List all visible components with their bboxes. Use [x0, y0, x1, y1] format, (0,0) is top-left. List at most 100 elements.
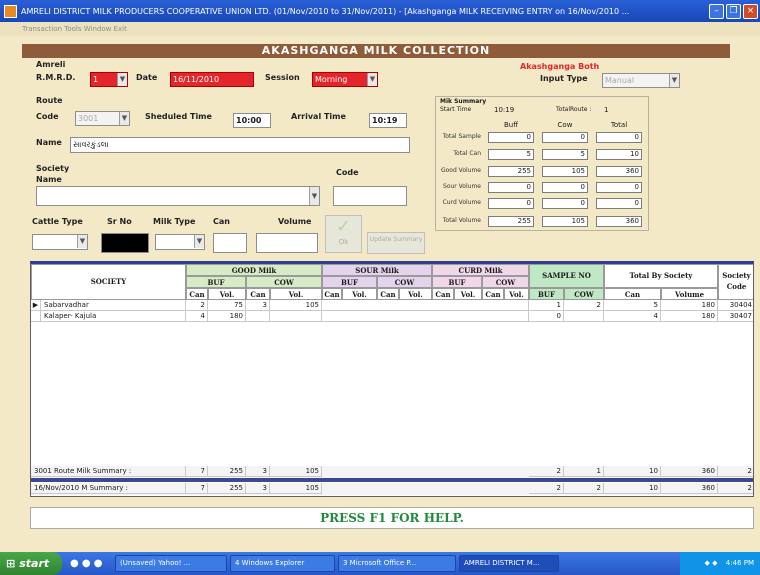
cell-sample-buf[interactable]: 1: [529, 300, 564, 311]
sheduled-time-label: Sheduled Time: [145, 112, 212, 121]
row-total-volume: Total Volume: [442, 217, 481, 224]
row-selector-icon[interactable]: ▶: [31, 300, 41, 311]
cell-good-cow-vol[interactable]: [270, 311, 322, 322]
curd-cow-can: Can: [482, 288, 504, 300]
date-field[interactable]: 16/11/2010: [170, 72, 254, 87]
summary-cell: 255: [208, 466, 246, 477]
start-button[interactable]: ⊞ start: [0, 552, 62, 575]
can-field[interactable]: [213, 233, 247, 253]
group-curd-milk: CURD Milk: [432, 264, 529, 276]
arrival-time-field[interactable]: 10:19: [369, 113, 407, 128]
can-label: Can: [213, 217, 230, 226]
menu-bar[interactable]: Transaction Tools Window Exit: [0, 22, 760, 36]
update-summary-button[interactable]: Update Summary: [367, 232, 425, 254]
cell-sample-cow[interactable]: 2: [564, 300, 604, 311]
summary-cell: 0: [488, 182, 534, 193]
chevron-down-icon[interactable]: ▼: [669, 74, 679, 87]
chevron-down-icon[interactable]: ▼: [309, 187, 319, 205]
summary-cell: 7: [186, 483, 208, 494]
cell-good-buf-vol[interactable]: 180: [208, 311, 246, 322]
volume-field[interactable]: [256, 233, 318, 253]
cell-sour-curd-empty[interactable]: [322, 300, 529, 311]
cell-good-cow-can[interactable]: 3: [246, 300, 270, 311]
row-total-can: Total Can: [453, 150, 481, 157]
form-header: AKASHGANGA MILK COLLECTION: [22, 44, 730, 58]
session-select[interactable]: Morning ▼: [312, 72, 378, 87]
input-type-select[interactable]: Manual ▼: [602, 73, 680, 88]
cell-good-cow-can[interactable]: [246, 311, 270, 322]
cell-total-vol[interactable]: 180: [661, 300, 718, 311]
minimize-icon[interactable]: –: [709, 3, 724, 19]
summary-divider: [31, 478, 753, 482]
row-selector[interactable]: [31, 311, 41, 322]
sheduled-time-field[interactable]: 10:00: [233, 113, 271, 128]
tray-icons[interactable]: ◆ ◆: [705, 559, 718, 567]
collection-grid[interactable]: SOCIETY GOOD Milk SOUR Milk CURD Milk SA…: [30, 261, 754, 497]
chevron-down-icon[interactable]: ▼: [194, 235, 204, 248]
summary-cell: 2: [564, 483, 604, 494]
cattle-type-label: Cattle Type: [32, 217, 83, 226]
cell-sample-buf[interactable]: 0: [529, 311, 564, 322]
system-tray[interactable]: ◆ ◆ 4:46 PM: [680, 552, 760, 575]
chevron-down-icon[interactable]: ▼: [77, 235, 87, 248]
cell-total-can[interactable]: 5: [604, 300, 661, 311]
cell-society-code[interactable]: 30404: [718, 300, 753, 311]
summary-cell: 10: [604, 483, 661, 494]
restore-icon[interactable]: ❐: [726, 3, 741, 19]
name-label: Name: [36, 138, 62, 147]
session-label: Session: [265, 73, 300, 82]
cell-sample-cow[interactable]: [564, 311, 604, 322]
row-total-sample: Total Sample: [442, 133, 481, 140]
taskbar-item-amreli[interactable]: AMRELI DISTRICT M...: [459, 555, 559, 572]
quick-launch[interactable]: ● ● ●: [62, 558, 112, 569]
cell-total-can[interactable]: 4: [604, 311, 661, 322]
good-cow-can: Can: [246, 288, 270, 300]
chevron-down-icon[interactable]: ▼: [367, 73, 377, 86]
session-value: Morning: [315, 75, 348, 84]
chevron-down-icon[interactable]: ▼: [119, 112, 129, 125]
close-icon[interactable]: ×: [743, 3, 758, 19]
summary-cell: 10: [596, 149, 642, 160]
society-name-select[interactable]: ▼: [36, 186, 320, 206]
total-can: Can: [604, 288, 661, 300]
cell-good-buf-can[interactable]: 2: [186, 300, 208, 311]
taskbar-item-explorer[interactable]: 4 Windows Explorer: [230, 555, 335, 572]
taskbar: ⊞ start ● ● ● (Unsaved) Yahoo! ... 4 Win…: [0, 552, 760, 575]
cell-society-code[interactable]: 30407: [718, 311, 753, 322]
summary-label: 16/Nov/2010 M Summary :: [31, 483, 186, 494]
taskbar-item-office[interactable]: 3 Microsoft Office P...: [338, 555, 456, 572]
chevron-down-icon[interactable]: ▼: [117, 73, 127, 86]
cell-good-buf-can[interactable]: 4: [186, 311, 208, 322]
curd-buf: BUF: [432, 276, 482, 288]
good-cow: COW: [246, 276, 322, 288]
cell-total-vol[interactable]: 180: [661, 311, 718, 322]
summary-cell: 10: [604, 466, 661, 477]
society-code-field[interactable]: [333, 186, 407, 206]
ok-button[interactable]: ✓ Ok: [325, 215, 362, 253]
sour-buf: BUF: [322, 276, 377, 288]
window-title-bar[interactable]: AMRELI DISTRICT MILK PRODUCERS COOPERATI…: [0, 0, 760, 22]
cattle-type-select[interactable]: ▼: [32, 234, 88, 250]
rmrd-select[interactable]: 1 ▼: [90, 72, 128, 87]
sr-no-field[interactable]: [101, 233, 149, 253]
col-society: SOCIETY: [31, 264, 186, 300]
row-curd-volume: Curd Volume: [442, 199, 481, 206]
arrival-time-label: Arrival Time: [291, 112, 346, 121]
cell-good-buf-vol[interactable]: 75: [208, 300, 246, 311]
milk-type-select[interactable]: ▼: [155, 234, 205, 250]
cell-society[interactable]: Sabarvadhar: [41, 300, 186, 311]
good-buf-can: Can: [186, 288, 208, 300]
cell-good-cow-vol[interactable]: 105: [270, 300, 322, 311]
taskbar-item-yahoo[interactable]: (Unsaved) Yahoo! ...: [115, 555, 227, 572]
curd-buf-vol: Vol.: [454, 288, 482, 300]
cell-society[interactable]: Kalaper- Kajula: [41, 311, 186, 322]
route-name-field[interactable]: સાવરકુંડલા: [70, 137, 410, 153]
route-code-select[interactable]: 3001 ▼: [75, 111, 130, 126]
date-label: Date: [136, 73, 158, 82]
milk-type-label: Milk Type: [153, 217, 196, 226]
col-total: Total: [610, 121, 628, 129]
cell-sour-curd-empty[interactable]: [322, 311, 529, 322]
summary-cell: 255: [488, 166, 534, 177]
sr-no-label: Sr No: [107, 217, 132, 226]
summary-cell: 7: [186, 466, 208, 477]
